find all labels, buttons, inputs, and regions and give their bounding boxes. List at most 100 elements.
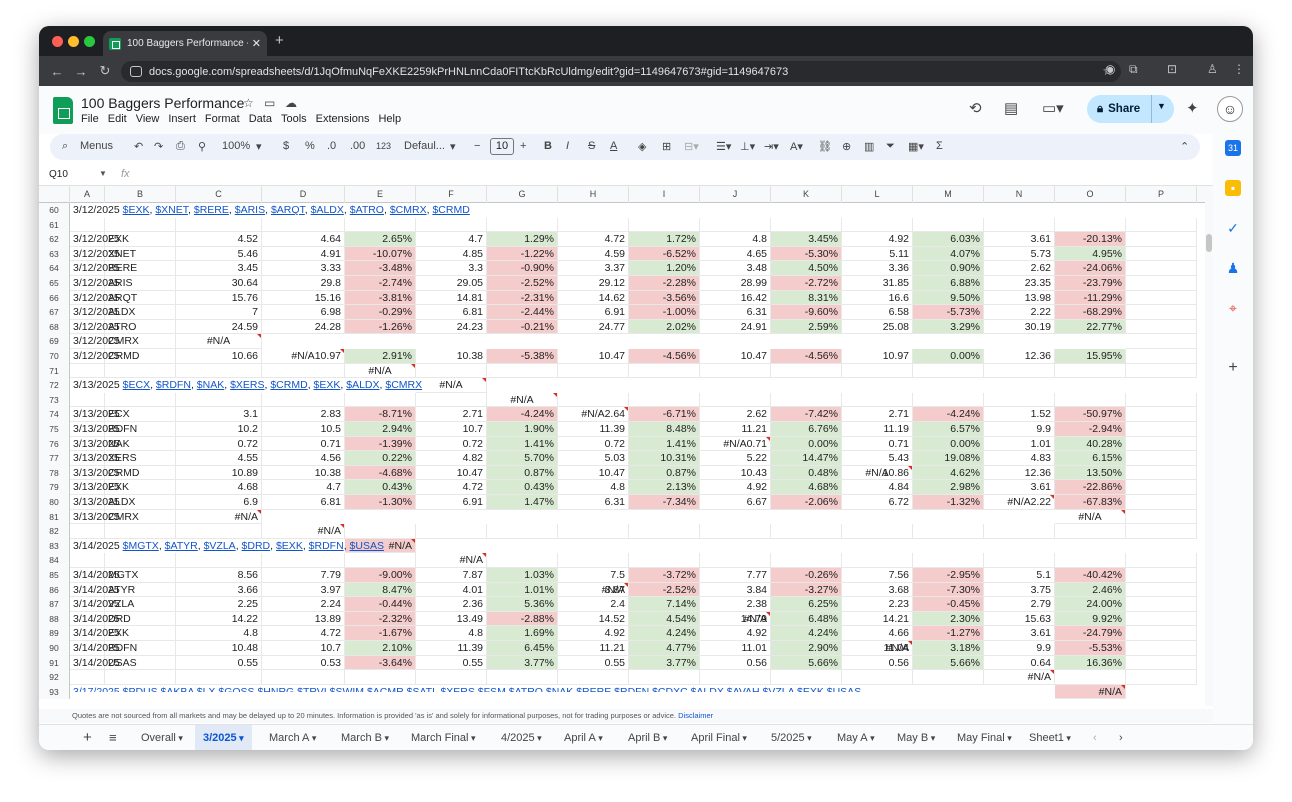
cell[interactable]: -7.34%	[629, 495, 700, 510]
cell[interactable]: NAK	[105, 436, 176, 452]
bold-icon[interactable]: B	[544, 140, 552, 152]
cell[interactable]	[487, 363, 558, 379]
cell[interactable]: 2.79	[984, 597, 1055, 612]
row-number[interactable]: 79	[39, 480, 70, 495]
select-all-corner[interactable]	[39, 186, 70, 203]
merge-cells-icon[interactable]: ⊟▾	[684, 140, 699, 153]
cell[interactable]	[558, 392, 629, 408]
chevron-down-icon[interactable]: ▾	[660, 733, 668, 743]
cell[interactable]: 3.48	[700, 261, 771, 276]
paint-format-icon[interactable]: ⚲	[198, 140, 206, 153]
cell[interactable]: 0.71	[262, 436, 345, 452]
cell[interactable]: 2.71	[842, 407, 913, 422]
cell[interactable]	[487, 670, 558, 685]
cell[interactable]	[345, 392, 416, 408]
cell[interactable]	[1055, 392, 1126, 408]
cell[interactable]: 6.31	[700, 305, 771, 320]
column-header-a[interactable]: A	[70, 186, 105, 203]
cell[interactable]: ECX	[105, 407, 176, 422]
cell[interactable]: 10.2	[176, 422, 262, 437]
cell[interactable]	[842, 670, 913, 685]
cell[interactable]: 4.82	[416, 451, 487, 466]
chevron-down-icon[interactable]: ▾	[468, 733, 476, 743]
cell[interactable]	[842, 363, 913, 379]
ticker-link[interactable]: $CRMD	[432, 204, 469, 216]
vertical-scrollbar[interactable]	[1205, 186, 1213, 706]
cell[interactable]: EXK	[105, 626, 176, 641]
cell[interactable]	[1126, 451, 1197, 466]
menus-search[interactable]: Menus	[80, 140, 113, 152]
cell[interactable]: 2.10%	[345, 641, 416, 656]
cell[interactable]: 3.77%	[487, 655, 558, 671]
menu-extensions[interactable]: Extensions	[316, 113, 370, 125]
cell[interactable]: 2.64	[558, 407, 629, 422]
reload-icon[interactable]: ↻	[93, 63, 117, 79]
row-number[interactable]: 87	[39, 597, 70, 612]
chevron-down-icon[interactable]: ▼	[99, 169, 107, 178]
sheet-tab[interactable]: 3/2025 ▾	[195, 725, 252, 750]
cell[interactable]: 9.92%	[1055, 611, 1126, 627]
cell[interactable]: -5.30%	[771, 246, 842, 262]
cell[interactable]	[176, 553, 262, 568]
cell[interactable]: 6.81	[416, 305, 487, 320]
row-number[interactable]: 68	[39, 319, 70, 335]
row-number[interactable]: 92	[39, 670, 70, 685]
cell[interactable]	[913, 670, 984, 685]
cell[interactable]: 5.73	[984, 246, 1055, 262]
cell[interactable]: 4.8	[416, 626, 487, 641]
cell[interactable]: 1.20%	[629, 261, 700, 276]
cell[interactable]	[176, 392, 262, 408]
cell[interactable]: 3/12/2025	[70, 334, 120, 349]
more-formats-button[interactable]: 123	[376, 141, 391, 151]
cell[interactable]	[345, 553, 416, 568]
cell[interactable]: 40.28%	[1055, 436, 1126, 452]
add-addon-icon[interactable]: +	[1225, 360, 1241, 376]
cell[interactable]	[487, 524, 558, 539]
tab-search-icon[interactable]: ⊡	[1167, 62, 1177, 76]
column-header-e[interactable]: E	[345, 186, 416, 203]
cell[interactable]: USAS	[105, 655, 176, 671]
cell[interactable]: -5.38%	[487, 349, 558, 364]
date-header-cell[interactable]: 3/12/2025 $EXK, $XNET, $RERE, $ARIS, $AR…	[70, 203, 670, 218]
row-number[interactable]: 83	[39, 538, 70, 554]
cell[interactable]: -4.24%	[913, 407, 984, 422]
cell[interactable]	[176, 524, 262, 539]
cell[interactable]	[416, 217, 487, 233]
cell[interactable]: 6.67	[700, 495, 771, 510]
cell[interactable]	[1126, 611, 1197, 627]
redo-icon[interactable]: ↷	[154, 140, 163, 153]
sheet-tab[interactable]: March A ▾	[261, 725, 324, 750]
cell[interactable]: -40.42%	[1055, 568, 1126, 583]
cell[interactable]	[771, 553, 842, 568]
cell[interactable]: 3.3	[416, 261, 487, 276]
cell[interactable]: 0.56	[842, 655, 913, 671]
cell[interactable]: 14.81	[416, 290, 487, 306]
cell[interactable]: 7.77	[700, 568, 771, 583]
kebab-menu-icon[interactable]: ⋮	[1233, 62, 1245, 76]
cell[interactable]: 0.87%	[487, 465, 558, 481]
calendar-icon[interactable]: 31	[1225, 140, 1241, 156]
sheet-tab[interactable]: Sheet1 ▾	[1021, 725, 1079, 750]
sheet-tab[interactable]: May A ▾	[829, 725, 883, 750]
percent-format-button[interactable]: %	[305, 140, 315, 152]
date-header-cell[interactable]: 3/14/2025 $MGTX, $ATYR, $VZLA, $DRD, $EX…	[70, 539, 670, 554]
add-sheet-icon[interactable]: +	[75, 725, 100, 750]
cell[interactable]: 10.5	[262, 422, 345, 437]
cell[interactable]	[1055, 363, 1126, 379]
cell[interactable]: -9.00%	[345, 568, 416, 583]
cell[interactable]	[1126, 261, 1197, 276]
cell[interactable]: -2.44%	[487, 305, 558, 320]
cell[interactable]	[416, 363, 487, 379]
cell[interactable]: 0.55	[558, 655, 629, 671]
cell[interactable]: 3.33	[262, 261, 345, 276]
cell[interactable]: 10.31%	[629, 451, 700, 466]
row-number[interactable]: 66	[39, 290, 70, 306]
cell[interactable]: 5.46	[176, 246, 262, 262]
cell[interactable]: 24.77	[558, 319, 629, 335]
horizontal-align-icon[interactable]: ☰▾	[716, 140, 731, 153]
cell[interactable]	[105, 217, 176, 233]
cell[interactable]	[558, 553, 629, 568]
chevron-down-icon[interactable]: ▾	[805, 733, 812, 743]
column-header-f[interactable]: F	[416, 186, 487, 203]
cell[interactable]: 3.45%	[771, 232, 842, 247]
